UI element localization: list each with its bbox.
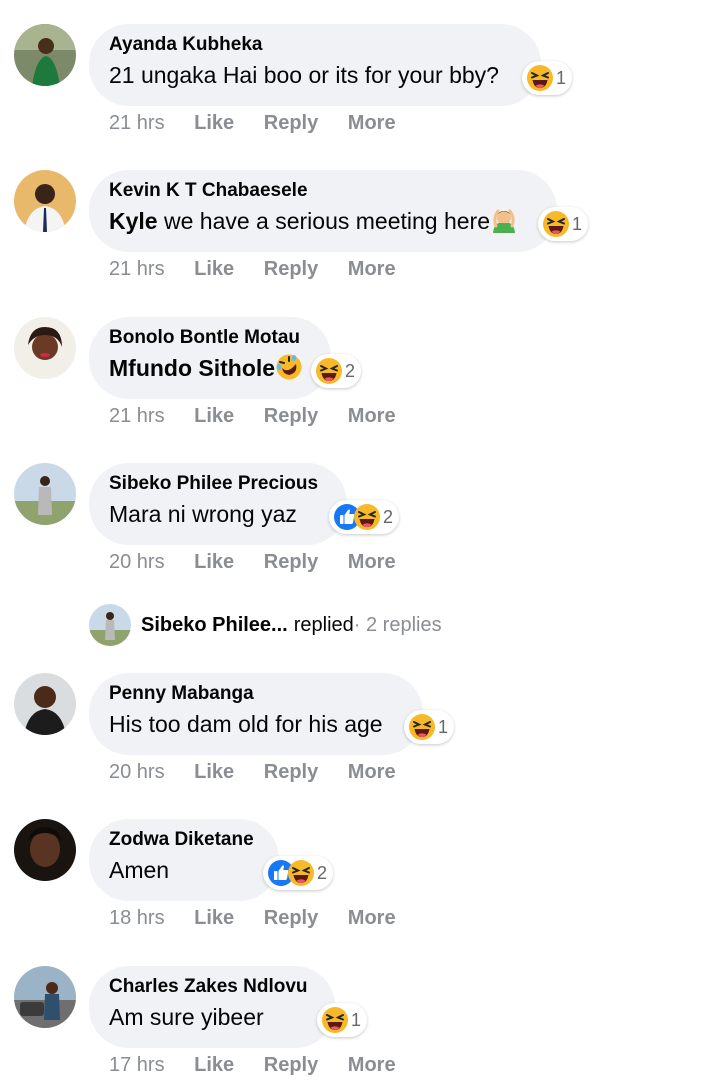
comment-text: Am sure yibeer xyxy=(109,1004,264,1030)
reply-button[interactable]: Reply xyxy=(264,551,318,573)
comment-bubble[interactable]: Penny Mabanga His too dam old for his ag… xyxy=(89,673,423,755)
reaction-count: 1 xyxy=(572,213,583,234)
haha-reaction-icon xyxy=(526,64,554,92)
view-replies-link[interactable]: Sibeko Philee... replied · 2 replies xyxy=(89,603,442,647)
comment-actions: 17 hrs Like Reply More xyxy=(109,1054,420,1077)
reply-button[interactable]: Reply xyxy=(264,258,318,280)
reply-author[interactable]: Sibeko Philee... xyxy=(141,614,288,637)
reaction-count: 2 xyxy=(317,862,328,883)
rolling-on-floor-laughing-icon xyxy=(275,353,303,381)
reaction-summary[interactable]: 2 xyxy=(311,354,362,388)
more-button[interactable]: More xyxy=(348,907,396,929)
avatar[interactable] xyxy=(14,170,76,232)
reaction-count: 1 xyxy=(556,67,567,88)
comment-actions: 20 hrs Like Reply More xyxy=(109,551,420,574)
reply-avatar xyxy=(89,604,131,646)
comment-text: Amen xyxy=(109,857,170,883)
reply-button[interactable]: Reply xyxy=(264,405,318,427)
haha-reaction-icon xyxy=(315,357,343,385)
comment-time[interactable]: 21 hrs xyxy=(109,405,165,427)
like-button[interactable]: Like xyxy=(194,907,234,929)
more-button[interactable]: More xyxy=(348,258,396,280)
comment-bubble[interactable]: Charles Zakes Ndlovu Am sure yibeer xyxy=(89,966,335,1048)
more-button[interactable]: More xyxy=(348,112,396,134)
comment-text: His too dam old for his age xyxy=(109,711,383,737)
avatar[interactable] xyxy=(14,673,76,735)
reaction-count: 2 xyxy=(345,360,356,381)
comment-bubble[interactable]: Zodwa Diketane Amen xyxy=(89,819,279,901)
commenter-name[interactable]: Zodwa Diketane xyxy=(109,829,259,851)
comment-bubble[interactable]: Ayanda Kubheka 21 ungaka Hai boo or its … xyxy=(89,24,541,106)
comment-text: 21 ungaka Hai boo or its for your bby? xyxy=(109,62,499,88)
comment-actions: 21 hrs Like Reply More xyxy=(109,405,420,428)
comment-actions: 20 hrs Like Reply More xyxy=(109,761,420,784)
haha-reaction-icon xyxy=(542,210,570,238)
reaction-count: 1 xyxy=(438,716,449,737)
comment-actions: 21 hrs Like Reply More xyxy=(109,112,420,135)
comment-time[interactable]: 21 hrs xyxy=(109,112,165,134)
like-button[interactable]: Like xyxy=(194,258,234,280)
reaction-count: 1 xyxy=(351,1009,362,1030)
reaction-summary[interactable]: 1 xyxy=(317,1003,368,1037)
like-button[interactable]: Like xyxy=(194,761,234,783)
commenter-name[interactable]: Charles Zakes Ndlovu xyxy=(109,976,315,998)
haha-reaction-icon xyxy=(353,503,381,531)
like-button[interactable]: Like xyxy=(194,112,234,134)
comment-bubble[interactable]: Kevin K T Chabaesele Kyle we have a seri… xyxy=(89,170,557,252)
comment-text: Kyle we have a serious meeting here xyxy=(109,206,537,236)
reaction-summary[interactable]: 1 xyxy=(522,61,573,95)
like-button[interactable]: Like xyxy=(194,1054,234,1076)
mention-link[interactable]: Mfundo Sithole xyxy=(109,355,275,381)
reaction-summary[interactable]: 1 xyxy=(538,207,589,241)
reply-count[interactable]: · 2 replies xyxy=(354,614,442,637)
avatar[interactable] xyxy=(14,24,76,86)
avatar[interactable] xyxy=(14,819,76,881)
comment-text: Mara ni wrong yaz xyxy=(109,501,297,527)
haha-reaction-icon xyxy=(321,1006,349,1034)
comment-time[interactable]: 20 hrs xyxy=(109,551,165,573)
like-button[interactable]: Like xyxy=(194,405,234,427)
commenter-name[interactable]: Bonolo Bontle Motau xyxy=(109,327,311,349)
more-button[interactable]: More xyxy=(348,405,396,427)
commenter-name[interactable]: Kevin K T Chabaesele xyxy=(109,180,537,202)
mention-link[interactable]: Kyle xyxy=(109,208,158,234)
comment-text: Mfundo Sithole xyxy=(109,353,311,383)
comment-actions: 21 hrs Like Reply More xyxy=(109,258,420,281)
more-button[interactable]: More xyxy=(348,1054,396,1076)
reply-button[interactable]: Reply xyxy=(264,761,318,783)
person-gesturing-ok-icon xyxy=(490,206,518,234)
avatar[interactable] xyxy=(14,966,76,1028)
commenter-name[interactable]: Ayanda Kubheka xyxy=(109,34,521,56)
haha-reaction-icon xyxy=(408,713,436,741)
comment-time[interactable]: 21 hrs xyxy=(109,258,165,280)
comment-bubble[interactable]: Bonolo Bontle Motau Mfundo Sithole xyxy=(89,317,331,399)
comment-bubble[interactable]: Sibeko Philee Precious Mara ni wrong yaz xyxy=(89,463,347,545)
avatar[interactable] xyxy=(14,317,76,379)
reply-button[interactable]: Reply xyxy=(264,112,318,134)
reaction-summary[interactable]: 2 xyxy=(263,856,334,890)
reply-button[interactable]: Reply xyxy=(264,907,318,929)
reaction-count: 2 xyxy=(383,506,394,527)
reaction-summary[interactable]: 1 xyxy=(404,710,455,744)
avatar[interactable] xyxy=(14,463,76,525)
commenter-name[interactable]: Penny Mabanga xyxy=(109,683,403,705)
like-button[interactable]: Like xyxy=(194,551,234,573)
comment-actions: 18 hrs Like Reply More xyxy=(109,907,420,930)
comment-time[interactable]: 18 hrs xyxy=(109,907,165,929)
more-button[interactable]: More xyxy=(348,551,396,573)
reply-verb: replied xyxy=(293,613,354,636)
reaction-summary[interactable]: 2 xyxy=(329,500,400,534)
commenter-name[interactable]: Sibeko Philee Precious xyxy=(109,473,327,495)
comment-time[interactable]: 17 hrs xyxy=(109,1054,165,1076)
haha-reaction-icon xyxy=(287,859,315,887)
more-button[interactable]: More xyxy=(348,761,396,783)
comment-time[interactable]: 20 hrs xyxy=(109,761,165,783)
reply-button[interactable]: Reply xyxy=(264,1054,318,1076)
